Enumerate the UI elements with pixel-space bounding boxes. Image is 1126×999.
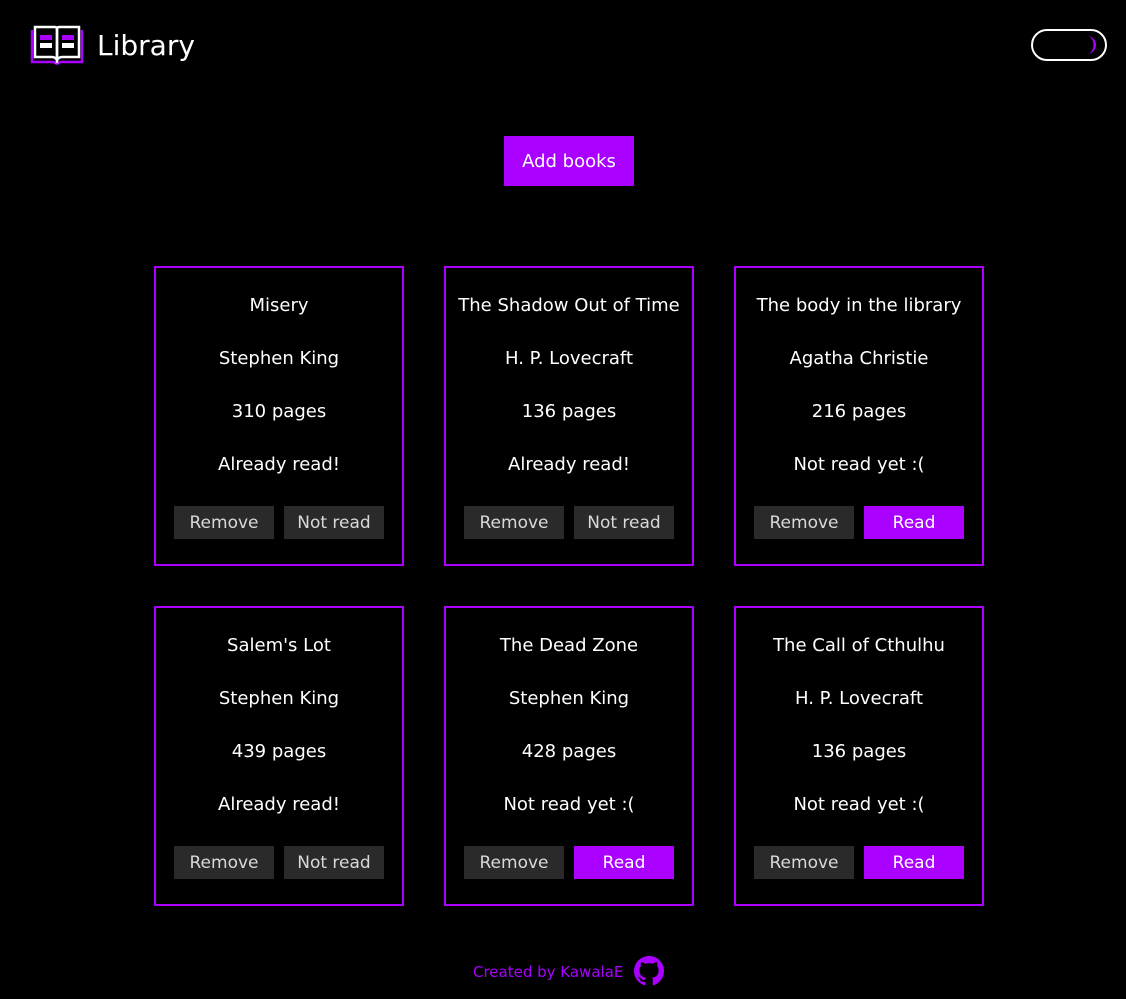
book-card: The body in the library Agatha Christie …: [734, 266, 984, 566]
app-title: Library: [97, 29, 195, 62]
toggle-read-button[interactable]: Not read: [284, 506, 384, 539]
book-pages: 136 pages: [811, 741, 907, 762]
book-status: Not read yet :(: [793, 454, 925, 475]
book-icon: [30, 25, 84, 65]
book-title: The Dead Zone: [499, 635, 639, 656]
add-books-button[interactable]: Add books: [504, 136, 634, 186]
toggle-read-button[interactable]: Not read: [284, 846, 384, 879]
footer: Created by KawalaE: [0, 955, 1126, 991]
remove-button[interactable]: Remove: [754, 846, 854, 879]
book-pages: 439 pages: [231, 741, 327, 762]
github-icon[interactable]: [634, 956, 664, 986]
remove-button[interactable]: Remove: [174, 846, 274, 879]
book-author: Stephen King: [218, 688, 340, 709]
book-title: The Shadow Out of Time: [458, 295, 680, 316]
book-status: Already read!: [508, 454, 630, 475]
book-title: The body in the library: [756, 295, 962, 316]
moon-icon: [1087, 36, 1096, 54]
remove-button[interactable]: Remove: [174, 506, 274, 539]
book-card: Misery Stephen King 310 pages Already re…: [154, 266, 404, 566]
remove-button[interactable]: Remove: [464, 846, 564, 879]
book-status: Not read yet :(: [503, 794, 635, 815]
book-title: Misery: [249, 295, 309, 316]
remove-button[interactable]: Remove: [754, 506, 854, 539]
book-author: Stephen King: [218, 348, 340, 369]
book-status: Not read yet :(: [793, 794, 925, 815]
book-author: H. P. Lovecraft: [504, 348, 633, 369]
book-title: The Call of Cthulhu: [773, 635, 945, 656]
book-status: Already read!: [218, 454, 340, 475]
book-author: Stephen King: [508, 688, 630, 709]
book-status: Already read!: [218, 794, 340, 815]
toggle-read-button[interactable]: Not read: [574, 506, 674, 539]
book-card: The Shadow Out of Time H. P. Lovecraft 1…: [444, 266, 694, 566]
book-title: Salem's Lot: [227, 635, 331, 656]
toggle-read-button[interactable]: Read: [864, 846, 964, 879]
author-credit-link[interactable]: Created by KawalaE: [473, 963, 623, 981]
book-card: The Call of Cthulhu H. P. Lovecraft 136 …: [734, 606, 984, 906]
header: Library: [0, 0, 1126, 95]
book-card: Salem's Lot Stephen King 439 pages Alrea…: [154, 606, 404, 906]
book-pages: 216 pages: [811, 401, 907, 422]
book-author: H. P. Lovecraft: [794, 688, 923, 709]
book-pages: 310 pages: [231, 401, 327, 422]
book-card: The Dead Zone Stephen King 428 pages Not…: [444, 606, 694, 906]
book-pages: 136 pages: [521, 401, 617, 422]
toggle-read-button[interactable]: Read: [574, 846, 674, 879]
book-author: Agatha Christie: [789, 348, 929, 369]
theme-toggle[interactable]: [1031, 29, 1107, 61]
book-pages: 428 pages: [521, 741, 617, 762]
toggle-read-button[interactable]: Read: [864, 506, 964, 539]
remove-button[interactable]: Remove: [464, 506, 564, 539]
